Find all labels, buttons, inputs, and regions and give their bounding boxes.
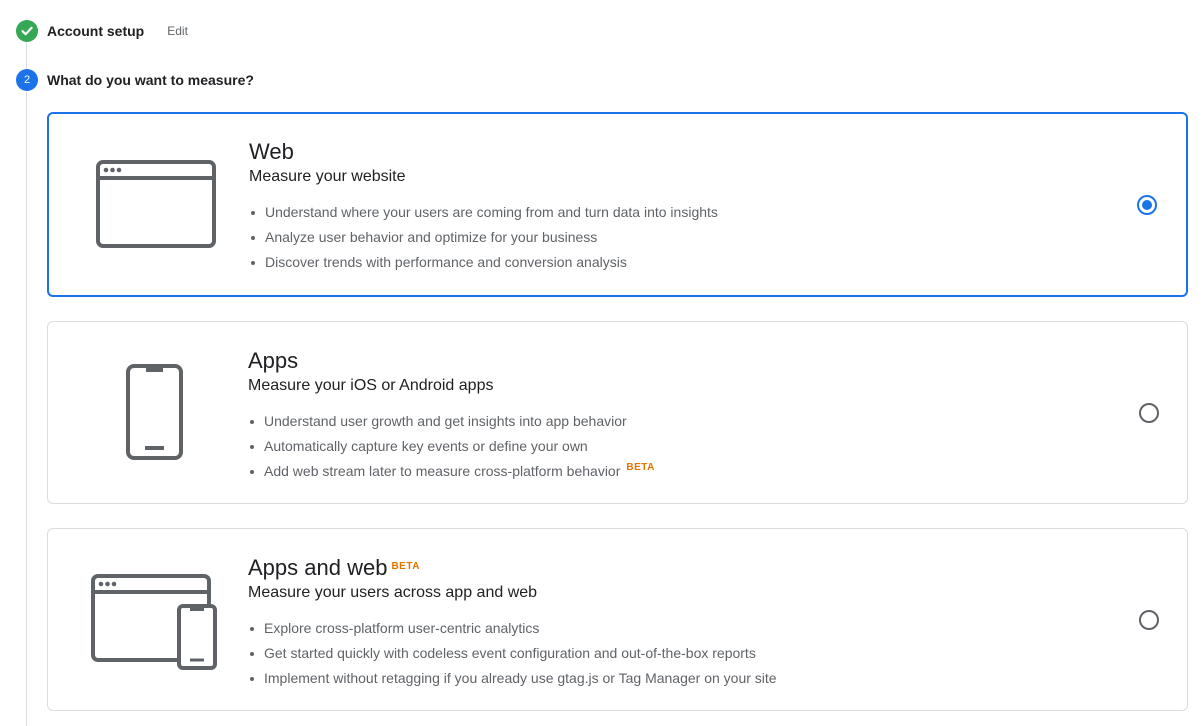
- list-item-text: Implement without retagging if you alrea…: [264, 670, 777, 686]
- step-number-badge: 2: [16, 69, 38, 91]
- option-bullets: Explore cross-platform user-centric anal…: [248, 616, 777, 691]
- option-card-apps-and-web[interactable]: Apps and web BETA Measure your users acr…: [47, 528, 1188, 711]
- browser-window-icon: [91, 114, 221, 295]
- option-content: Apps Measure your iOS or Android apps Un…: [248, 348, 655, 484]
- option-card-web[interactable]: Web Measure your website Understand wher…: [47, 112, 1188, 297]
- option-title: Apps: [248, 348, 655, 374]
- apps-radio-button[interactable]: [1139, 402, 1159, 423]
- option-title-text: Apps: [248, 348, 299, 373]
- list-item: Explore cross-platform user-centric anal…: [248, 616, 777, 641]
- option-content: Web Measure your website Understand wher…: [249, 139, 718, 275]
- list-item-text: Add web stream later to measure cross-pl…: [264, 463, 621, 479]
- list-item: Implement without retagging if you alrea…: [248, 666, 777, 691]
- browser-and-phone-icon: [90, 529, 220, 710]
- check-circle-icon: [16, 20, 38, 42]
- list-item: Analyze user behavior and optimize for y…: [249, 225, 718, 250]
- step-account-setup: Account setup Edit: [16, 20, 188, 42]
- option-subtitle: Measure your users across app and web: [248, 584, 538, 601]
- option-subtitle: Measure your iOS or Android apps: [248, 377, 494, 394]
- list-item: Understand where your users are coming f…: [249, 200, 718, 225]
- list-item-text: Analyze user behavior and optimize for y…: [265, 229, 598, 245]
- web-radio-button[interactable]: [1137, 194, 1157, 215]
- apps-and-web-radio-button[interactable]: [1139, 609, 1159, 630]
- list-item-text: Understand where your users are coming f…: [265, 204, 718, 220]
- stepper-connector: [26, 92, 27, 726]
- option-title: Web: [249, 139, 718, 165]
- list-item: Get started quickly with codeless event …: [248, 641, 777, 666]
- option-title-text: Apps and web: [248, 555, 388, 580]
- list-item-text: Get started quickly with codeless event …: [264, 645, 756, 661]
- option-content: Apps and web BETA Measure your users acr…: [248, 555, 777, 691]
- list-item-text: Explore cross-platform user-centric anal…: [264, 620, 540, 636]
- option-subtitle: Measure your website: [249, 168, 406, 185]
- option-card-apps[interactable]: Apps Measure your iOS or Android apps Un…: [47, 321, 1188, 504]
- option-bullets: Understand user growth and get insights …: [248, 409, 655, 484]
- mobile-phone-icon: [90, 322, 220, 503]
- list-item: Discover trends with performance and con…: [249, 250, 718, 275]
- step-title: Account setup: [47, 23, 145, 39]
- list-item: Understand user growth and get insights …: [248, 409, 655, 434]
- list-item: Automatically capture key events or defi…: [248, 434, 655, 459]
- measure-setup-page: Account setup Edit 2 What do you want to…: [0, 0, 1204, 726]
- list-item-text: Discover trends with performance and con…: [265, 254, 627, 270]
- beta-badge: BETA: [626, 462, 655, 473]
- list-item: Add web stream later to measure cross-pl…: [248, 459, 655, 484]
- option-title-text: Web: [249, 139, 294, 164]
- option-bullets: Understand where your users are coming f…: [249, 200, 718, 275]
- step-title: What do you want to measure?: [47, 72, 254, 88]
- option-title: Apps and web BETA: [248, 555, 777, 581]
- step-measure: 2 What do you want to measure?: [16, 69, 254, 91]
- list-item-text: Understand user growth and get insights …: [264, 413, 627, 429]
- list-item-text: Automatically capture key events or defi…: [264, 438, 588, 454]
- stepper-connector: [26, 42, 27, 70]
- beta-badge: BETA: [391, 561, 420, 572]
- edit-link[interactable]: Edit: [167, 24, 188, 38]
